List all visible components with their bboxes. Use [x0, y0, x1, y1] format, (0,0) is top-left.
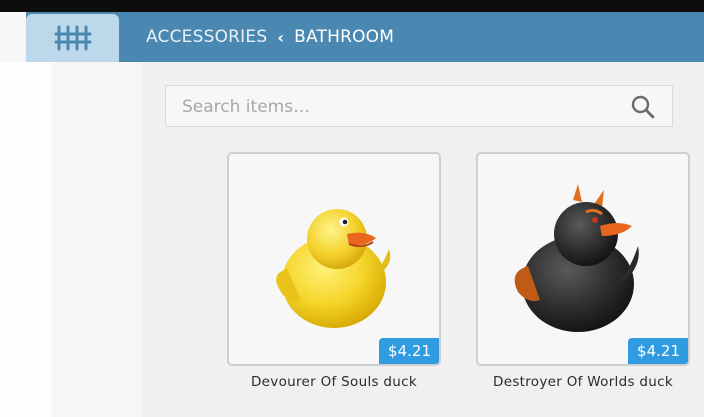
left-tab-placeholder — [0, 12, 26, 62]
search-bar — [165, 85, 673, 127]
breadcrumb-bathroom: BATHROOM — [294, 27, 395, 47]
sidebar — [0, 62, 142, 417]
yellow-rubber-duck-icon — [276, 209, 391, 328]
fence-grid-icon — [54, 25, 91, 51]
window-top-strip — [0, 0, 704, 12]
breadcrumb: ACCESSORIES ‹ BATHROOM — [146, 12, 394, 62]
item-name: Devourer Of Souls duck — [250, 374, 417, 390]
item-card-devourer[interactable]: $4.21 — [227, 152, 441, 366]
item-name: Destroyer Of Worlds duck — [493, 374, 673, 390]
top-bar: ACCESSORIES ‹ BATHROOM — [0, 12, 704, 62]
sidebar-panel — [52, 62, 142, 417]
search-icon[interactable] — [630, 94, 656, 120]
item-browser: $4.21 Devourer Of Souls duck $4.21 Destr… — [142, 62, 704, 417]
chevron-left-icon[interactable]: ‹ — [277, 28, 284, 47]
tab-category-grid[interactable] — [26, 14, 119, 62]
search-input[interactable] — [180, 94, 614, 120]
item-card-destroyer[interactable]: $4.21 — [476, 152, 690, 366]
price-badge: $4.21 — [379, 338, 439, 364]
black-devil-rubber-duck-icon — [514, 184, 639, 332]
price-badge: $4.21 — [628, 338, 688, 364]
breadcrumb-accessories[interactable]: ACCESSORIES — [146, 27, 267, 47]
